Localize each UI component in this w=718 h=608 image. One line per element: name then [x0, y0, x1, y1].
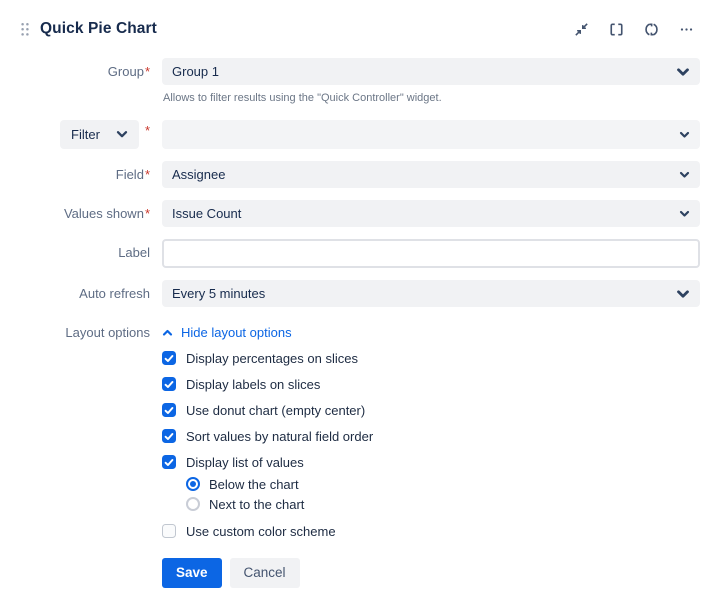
- auto-refresh-select[interactable]: Every 5 minutes: [162, 280, 700, 307]
- chevron-down-icon: [679, 131, 690, 139]
- checkbox-label: Use donut chart (empty center): [186, 403, 365, 418]
- custom-color-checkbox[interactable]: [162, 524, 176, 538]
- required-marker: *: [145, 206, 150, 221]
- required-marker: *: [145, 167, 150, 182]
- layout-options-block: Display percentages on slices Display la…: [162, 351, 700, 539]
- field-label: Field*: [18, 161, 162, 182]
- display-percentages-checkbox[interactable]: [162, 351, 176, 365]
- field-row: Field* Assignee: [18, 161, 700, 188]
- check-icon: [164, 380, 174, 389]
- radio-row: Below the chart: [186, 477, 700, 492]
- check-icon: [164, 458, 174, 467]
- more-icon[interactable]: [676, 19, 696, 39]
- refresh-icon[interactable]: [641, 19, 661, 39]
- checkbox-label: Display labels on slices: [186, 377, 320, 392]
- check-icon: [164, 432, 174, 441]
- checkbox-row: Sort values by natural field order: [162, 429, 700, 444]
- form-actions: Save Cancel: [162, 558, 700, 588]
- values-shown-row: Values shown* Issue Count: [18, 200, 700, 227]
- radio-label: Next to the chart: [209, 497, 304, 512]
- label-input[interactable]: [162, 239, 700, 268]
- values-shown-select-value: Issue Count: [172, 206, 241, 221]
- filter-select[interactable]: [162, 120, 700, 149]
- chevron-down-icon: [116, 130, 128, 139]
- checkbox-row: Display list of values: [162, 455, 700, 470]
- label-row: Label: [18, 239, 700, 268]
- group-label: Group*: [18, 58, 162, 79]
- layout-options-label: Layout options: [18, 321, 162, 340]
- hide-layout-options-link[interactable]: Hide layout options: [162, 321, 292, 340]
- group-row: Group* Group 1 Allows to filter results …: [18, 58, 700, 104]
- cancel-button[interactable]: Cancel: [230, 558, 300, 588]
- donut-chart-checkbox[interactable]: [162, 403, 176, 417]
- display-labels-checkbox[interactable]: [162, 377, 176, 391]
- field-select[interactable]: Assignee: [162, 161, 700, 188]
- check-icon: [164, 406, 174, 415]
- radio-label: Below the chart: [209, 477, 299, 492]
- radio-row: Next to the chart: [186, 497, 700, 512]
- checkbox-row: Use custom color scheme: [162, 524, 700, 539]
- checkbox-label: Display percentages on slices: [186, 351, 358, 366]
- label-label: Label: [18, 239, 162, 260]
- chevron-down-icon: [676, 289, 690, 299]
- auto-refresh-select-value: Every 5 minutes: [172, 286, 265, 301]
- header-toolbar: [571, 19, 700, 39]
- widget-title: Quick Pie Chart: [40, 20, 157, 38]
- filter-type-button[interactable]: Filter: [60, 120, 139, 149]
- checkbox-label: Sort values by natural field order: [186, 429, 373, 444]
- hide-layout-options-text: Hide layout options: [181, 325, 292, 340]
- checkbox-row: Use donut chart (empty center): [162, 403, 700, 418]
- below-chart-radio[interactable]: [186, 477, 200, 491]
- layout-options-row: Layout options Hide layout options: [18, 321, 700, 342]
- list-position-radio-group: Below the chart Next to the chart: [186, 477, 700, 512]
- values-shown-label: Values shown*: [18, 200, 162, 221]
- required-marker: *: [145, 123, 150, 138]
- drag-handle-icon[interactable]: [20, 22, 30, 37]
- chevron-up-icon: [162, 329, 173, 337]
- save-button[interactable]: Save: [162, 558, 222, 588]
- group-select-value: Group 1: [172, 64, 219, 79]
- chevron-down-icon: [679, 171, 690, 179]
- filter-row: Filter *: [18, 120, 700, 149]
- checkbox-row: Display percentages on slices: [162, 351, 700, 366]
- checkbox-label: Use custom color scheme: [186, 524, 336, 539]
- display-list-checkbox[interactable]: [162, 455, 176, 469]
- values-shown-select[interactable]: Issue Count: [162, 200, 700, 227]
- filter-type-label: Filter: [71, 127, 100, 142]
- group-select[interactable]: Group 1: [162, 58, 700, 85]
- chevron-down-icon: [679, 210, 690, 218]
- checkbox-label: Display list of values: [186, 455, 304, 470]
- sort-values-checkbox[interactable]: [162, 429, 176, 443]
- collapse-icon[interactable]: [571, 19, 591, 39]
- checkbox-row: Display labels on slices: [162, 377, 700, 392]
- group-help-text: Allows to filter results using the "Quic…: [162, 92, 700, 104]
- next-to-chart-radio[interactable]: [186, 497, 200, 511]
- auto-refresh-row: Auto refresh Every 5 minutes: [18, 280, 700, 307]
- field-select-value: Assignee: [172, 167, 225, 182]
- widget-header: Quick Pie Chart: [18, 14, 700, 44]
- required-marker: *: [145, 64, 150, 79]
- quick-pie-chart-widget: Quick Pie Chart: [0, 0, 718, 608]
- fullscreen-icon[interactable]: [606, 19, 626, 39]
- check-icon: [164, 354, 174, 363]
- auto-refresh-label: Auto refresh: [18, 280, 162, 301]
- chevron-down-icon: [676, 67, 690, 77]
